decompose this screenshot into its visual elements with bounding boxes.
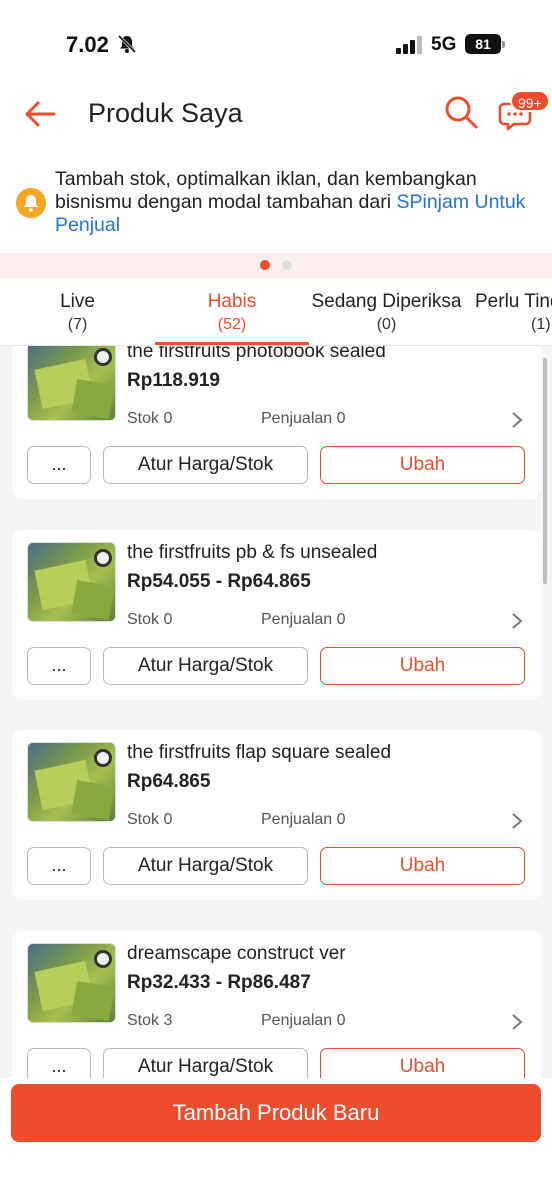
product-sales: Penjualan 0: [261, 811, 346, 828]
tab-count: (0): [376, 316, 397, 333]
product-stock: Stok 3: [127, 1012, 173, 1029]
more-options-button[interactable]: ...: [27, 1048, 91, 1078]
more-options-button[interactable]: ...: [27, 446, 91, 484]
network-label: 5G: [431, 34, 457, 55]
battery-icon: 81: [465, 34, 505, 54]
product-name: the firstfruits flap square sealed: [127, 742, 392, 763]
edit-price-stock-button[interactable]: Atur Harga/Stok: [103, 446, 308, 484]
product-thumbnail[interactable]: [27, 742, 116, 822]
home-indicator-area: [0, 1154, 552, 1200]
chevron-right-icon[interactable]: [510, 812, 524, 830]
tab-label: Habis: [207, 291, 257, 312]
tab-label: Sedang Diperiksa: [311, 291, 462, 312]
product-sales: Penjualan 0: [261, 410, 346, 427]
status-bar: 7.02 5G 81: [0, 0, 552, 80]
back-arrow-icon[interactable]: [20, 94, 60, 134]
product-thumbnail[interactable]: [27, 346, 116, 421]
carousel-dot[interactable]: [282, 260, 292, 270]
product-card[interactable]: the firstfruits flap square sealed Rp64.…: [12, 730, 541, 900]
product-list[interactable]: the firstfruits photobook sealed Rp118.9…: [0, 346, 552, 1078]
signal-icon: [396, 36, 422, 54]
product-price: Rp118.919: [127, 370, 220, 391]
add-product-button[interactable]: Tambah Produk Baru: [11, 1084, 541, 1142]
page-title: Produk Saya: [88, 98, 243, 128]
carousel-dot-active[interactable]: [260, 260, 270, 270]
product-thumbnail[interactable]: [27, 943, 116, 1023]
bell-off-icon: [117, 34, 137, 54]
status-tabs: Live (7) Habis (52) Sedang Diperiksa (0)…: [0, 278, 552, 346]
tab-count: (1): [531, 316, 551, 333]
app-header: Produk Saya: [0, 80, 552, 148]
promo-banner[interactable]: Tambah stok, optimalkan iklan, dan kemba…: [0, 148, 552, 253]
edit-product-button[interactable]: Ubah: [320, 446, 525, 484]
tab-live[interactable]: Live (7): [0, 278, 155, 345]
product-name: dreamscape construct ver: [127, 943, 346, 964]
edit-price-stock-button[interactable]: Atur Harga/Stok: [103, 847, 308, 885]
chevron-right-icon[interactable]: [510, 1013, 524, 1031]
tab-label: Perlu Tindakan: [475, 291, 552, 312]
chevron-right-icon[interactable]: [510, 612, 524, 630]
active-tab-indicator: [155, 342, 309, 345]
search-icon[interactable]: [443, 94, 479, 130]
tab-sedang-diperiksa[interactable]: Sedang Diperiksa (0): [309, 278, 464, 345]
edit-product-button[interactable]: Ubah: [320, 1048, 525, 1078]
product-price: Rp32.433 - Rp86.487: [127, 972, 311, 993]
carousel-indicator: [0, 253, 552, 278]
status-time: 7.02: [66, 32, 109, 57]
chevron-right-icon[interactable]: [510, 411, 524, 429]
product-sales: Penjualan 0: [261, 1012, 346, 1029]
product-name: the firstfruits pb & fs unsealed: [127, 542, 378, 563]
more-options-button[interactable]: ...: [27, 647, 91, 685]
battery-level: 81: [465, 34, 501, 54]
chat-badge: 99+: [510, 90, 550, 112]
product-card[interactable]: the firstfruits photobook sealed Rp118.9…: [12, 346, 541, 499]
tab-perlu-tindakan[interactable]: Perlu Tindakan (1): [475, 278, 552, 345]
notification-bell-icon: [16, 188, 46, 218]
product-sales: Penjualan 0: [261, 611, 346, 628]
product-thumbnail[interactable]: [27, 542, 116, 622]
tab-count: (52): [217, 316, 247, 333]
edit-price-stock-button[interactable]: Atur Harga/Stok: [103, 1048, 308, 1078]
edit-price-stock-button[interactable]: Atur Harga/Stok: [103, 647, 308, 685]
product-price: Rp54.055 - Rp64.865: [127, 571, 311, 592]
tab-label: Live: [60, 291, 95, 312]
product-card[interactable]: dreamscape construct ver Rp32.433 - Rp86…: [12, 931, 541, 1078]
tab-count: (7): [67, 316, 88, 333]
product-stock: Stok 0: [127, 611, 173, 628]
product-stock: Stok 0: [127, 811, 173, 828]
product-stock: Stok 0: [127, 410, 173, 427]
edit-product-button[interactable]: Ubah: [320, 647, 525, 685]
more-options-button[interactable]: ...: [27, 847, 91, 885]
product-name: the firstfruits photobook sealed: [127, 346, 386, 362]
tab-habis[interactable]: Habis (52): [155, 278, 309, 345]
footer-bar: Tambah Produk Baru: [0, 1078, 552, 1154]
edit-product-button[interactable]: Ubah: [320, 847, 525, 885]
scrollbar[interactable]: [543, 358, 547, 584]
product-price: Rp64.865: [127, 771, 211, 792]
banner-text: Tambah stok, optimalkan iklan, dan kemba…: [55, 168, 545, 237]
product-card[interactable]: the firstfruits pb & fs unsealed Rp54.05…: [12, 530, 541, 700]
